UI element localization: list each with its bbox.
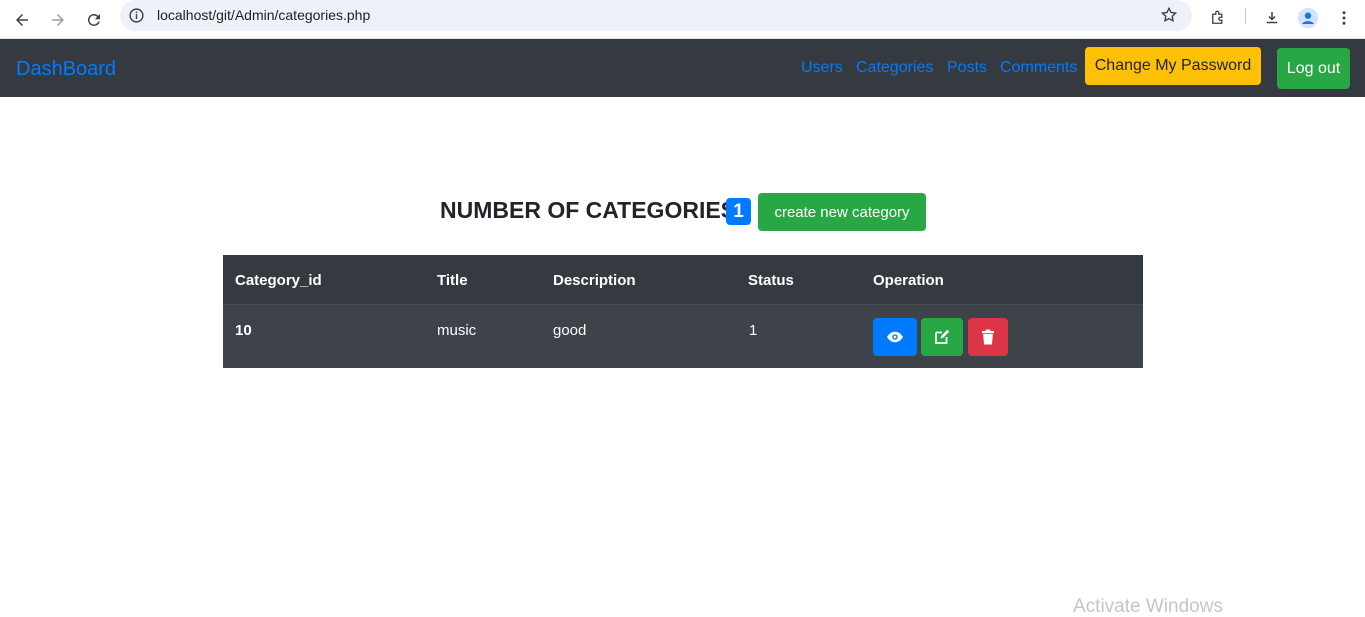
- windows-activation-watermark: Activate Windows: [1073, 596, 1223, 617]
- nav-link-comments[interactable]: Comments: [1000, 59, 1077, 77]
- arrow-left-icon: [16, 14, 28, 26]
- profile-icon: [1297, 7, 1319, 29]
- back-button[interactable]: [7, 5, 37, 35]
- column-header-status: Status: [748, 272, 794, 289]
- page-title: NUMBER OF CATEGORIES: [440, 197, 737, 223]
- nav-link-categories[interactable]: Categories: [856, 59, 933, 77]
- download-icon: [1266, 12, 1278, 24]
- eye-icon: [887, 331, 903, 343]
- star-icon[interactable]: [1160, 6, 1178, 24]
- trash-icon: [982, 329, 994, 345]
- cell-title: music: [437, 322, 477, 339]
- cell-category-id: 10: [235, 322, 252, 339]
- delete-button[interactable]: [968, 318, 1008, 356]
- profile-button[interactable]: [1295, 5, 1321, 31]
- arrow-right-icon: [52, 14, 64, 26]
- forward-button[interactable]: [43, 5, 73, 35]
- cell-status: 1: [749, 322, 758, 339]
- view-button[interactable]: [873, 318, 917, 356]
- extensions-button[interactable]: [1205, 5, 1231, 31]
- edit-icon: [935, 329, 950, 344]
- column-header-description: Description: [553, 272, 636, 289]
- more-vert-icon: [1342, 11, 1346, 25]
- info-icon[interactable]: [128, 7, 145, 24]
- puzzle-icon: [1212, 10, 1223, 24]
- toolbar-divider: [1245, 8, 1246, 24]
- nav-link-posts[interactable]: Posts: [947, 59, 987, 77]
- column-header-category-id: Category_id: [235, 272, 322, 289]
- categories-header: NUMBER OF CATEGORIES 1 create new catego…: [0, 193, 1365, 231]
- column-header-title: Title: [437, 272, 468, 289]
- edit-button[interactable]: [921, 318, 963, 356]
- address-bar[interactable]: localhost/git/Admin/categories.php: [120, 0, 1192, 31]
- reload-icon: [87, 13, 100, 26]
- reload-button[interactable]: [79, 5, 109, 35]
- table-header: Category_id Title Description Status Ope…: [223, 255, 1143, 305]
- column-header-operation: Operation: [873, 272, 944, 289]
- browser-toolbar: localhost/git/Admin/categories.php: [0, 0, 1365, 39]
- create-category-button[interactable]: create new category: [758, 193, 926, 231]
- navbar: DashBoard Users Categories Posts Comment…: [0, 39, 1365, 97]
- brand-link[interactable]: DashBoard: [16, 58, 116, 81]
- nav-link-users[interactable]: Users: [801, 59, 843, 77]
- categories-table: Category_id Title Description Status Ope…: [223, 255, 1143, 368]
- table-row: 10 music good 1: [223, 305, 1143, 368]
- menu-button[interactable]: [1331, 5, 1357, 31]
- cell-description: good: [553, 322, 587, 339]
- url-text[interactable]: localhost/git/Admin/categories.php: [157, 7, 370, 23]
- logout-button[interactable]: Log out: [1277, 48, 1350, 89]
- downloads-button[interactable]: [1259, 5, 1285, 31]
- change-password-button[interactable]: Change My Password: [1085, 47, 1261, 85]
- count-badge: 1: [726, 198, 751, 225]
